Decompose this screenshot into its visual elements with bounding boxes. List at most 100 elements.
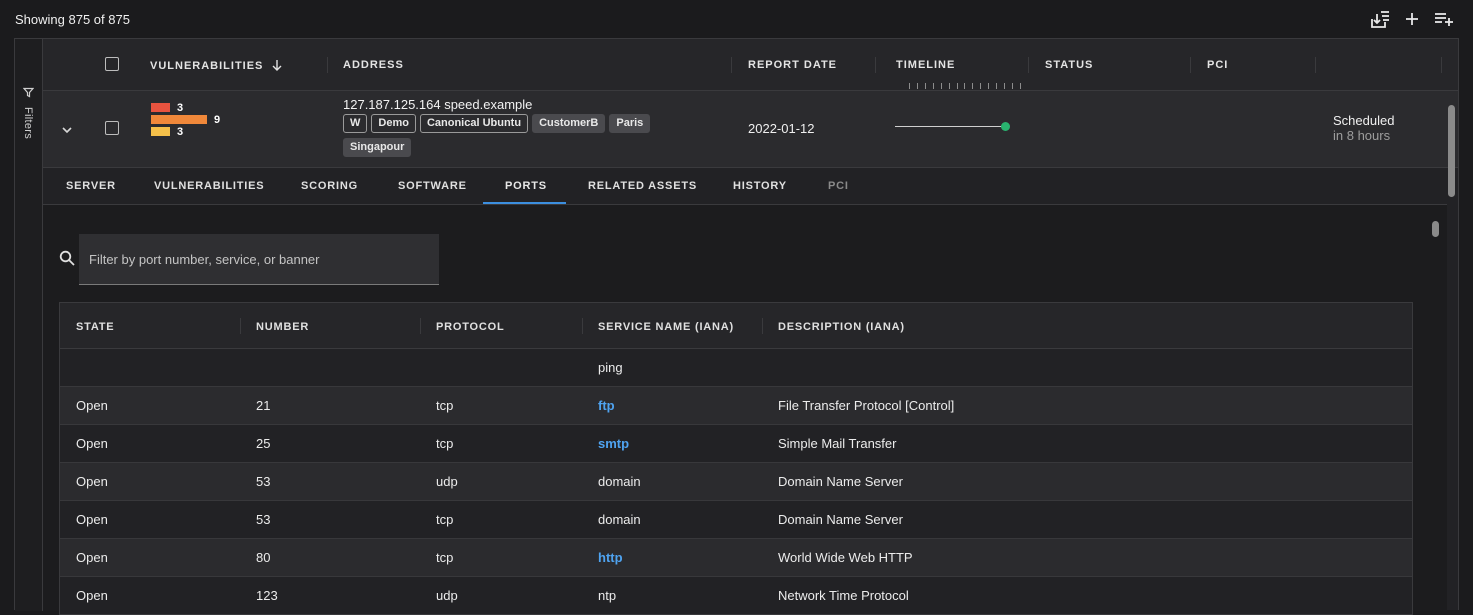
tab-scoring[interactable]: Scoring — [301, 180, 358, 192]
asset-detail-tabs: Server Vulnerabilities Scoring Software Port… — [43, 168, 1447, 205]
asset-tag[interactable]: Demo — [371, 114, 416, 133]
ports-search-input[interactable] — [79, 234, 439, 284]
ports-col-service[interactable]: Service Name (IANA) — [598, 321, 734, 333]
tab-ports[interactable]: Ports — [505, 180, 547, 192]
column-divider[interactable] — [1028, 57, 1029, 73]
port-state-cell: Open — [76, 474, 108, 489]
port-number-cell: 21 — [256, 398, 271, 413]
tab-related-assets[interactable]: Related Assets — [588, 180, 697, 192]
port-description-cell: Simple Mail Transfer — [778, 436, 897, 451]
asset-tag[interactable]: W — [343, 114, 368, 133]
port-service-cell: ntp — [598, 588, 617, 603]
timeline-line — [895, 126, 1005, 127]
col-timeline[interactable]: Timeline — [896, 59, 955, 71]
table-row: ping — [60, 349, 1412, 387]
vuln-count-high: 9 — [214, 114, 221, 126]
tab-software[interactable]: Software — [398, 180, 467, 192]
port-service-cell[interactable]: smtp — [598, 436, 629, 451]
ports-table: State Number Protocol Service Name (IANA… — [59, 302, 1413, 615]
ports-col-protocol[interactable]: Protocol — [436, 321, 505, 333]
tab-vulnerabilities[interactable]: Vulnerabilities — [154, 180, 264, 192]
schedule-status: Scheduled — [1333, 113, 1395, 128]
chevron-down-icon[interactable] — [61, 123, 73, 141]
ports-col-number[interactable]: Number — [256, 321, 309, 333]
column-divider[interactable] — [762, 318, 763, 334]
port-protocol-cell: tcp — [436, 550, 454, 565]
port-service-cell: domain — [598, 512, 641, 527]
asset-address[interactable]: 127.187.125.164 speed.example — [343, 97, 532, 112]
col-pci[interactable]: PCI — [1207, 59, 1228, 71]
download-list-icon[interactable] — [1369, 8, 1391, 30]
column-divider[interactable] — [327, 57, 328, 73]
col-status[interactable]: Status — [1045, 59, 1093, 71]
port-state-cell: Open — [76, 398, 108, 413]
table-scrollbar[interactable] — [1447, 91, 1456, 611]
vuln-bar-critical — [151, 103, 170, 112]
timeline-dot[interactable] — [1001, 122, 1010, 131]
port-number-cell: 25 — [256, 436, 271, 451]
plus-icon[interactable] — [1403, 8, 1421, 30]
table-row: Open 123 udp ntp Network Time Protocol — [60, 577, 1412, 615]
port-number-cell: 123 — [256, 588, 278, 603]
ports-panel: State Number Protocol Service Name (IANA… — [43, 205, 1447, 615]
port-service-cell[interactable]: ftp — [598, 398, 615, 413]
ports-scrollbar-thumb[interactable] — [1432, 221, 1439, 237]
port-protocol-cell: udp — [436, 588, 458, 603]
column-divider[interactable] — [1315, 57, 1316, 73]
column-divider[interactable] — [1190, 57, 1191, 73]
tab-server[interactable]: Server — [66, 180, 116, 192]
asset-tag[interactable]: Paris — [609, 114, 651, 133]
tab-history[interactable]: History — [733, 180, 787, 192]
asset-tag[interactable]: Canonical Ubuntu — [419, 114, 529, 133]
filters-rail[interactable]: Filters — [15, 39, 43, 611]
ports-col-description[interactable]: Description (IANA) — [778, 321, 905, 333]
tab-pci[interactable]: PCI — [828, 180, 849, 192]
port-service-cell: ping — [598, 360, 623, 375]
top-actions — [1369, 8, 1455, 30]
report-date: 2022-01-12 — [748, 121, 815, 136]
column-divider[interactable] — [582, 318, 583, 334]
row-checkbox[interactable] — [105, 121, 119, 135]
column-divider[interactable] — [731, 57, 732, 73]
search-icon — [59, 250, 75, 271]
port-state-cell: Open — [76, 550, 108, 565]
port-description-cell: Network Time Protocol — [778, 588, 909, 603]
col-address[interactable]: Address — [343, 59, 404, 71]
port-description-cell: Domain Name Server — [778, 512, 903, 527]
port-description-cell: Domain Name Server — [778, 474, 903, 489]
active-tab-indicator — [483, 202, 566, 204]
column-divider[interactable] — [240, 318, 241, 334]
column-divider[interactable] — [1441, 57, 1442, 73]
table-row: Open 25 tcp smtp Simple Mail Transfer — [60, 425, 1412, 463]
port-service-cell[interactable]: http — [598, 550, 623, 565]
port-description-cell: File Transfer Protocol [Control] — [778, 398, 955, 413]
result-count: Showing 875 of 875 — [15, 12, 130, 27]
ports-scrollbar[interactable] — [1431, 219, 1440, 611]
ports-table-body: ping Open 21 tcp ftp File Transfer Protocol [… — [60, 349, 1412, 615]
col-vulnerabilities[interactable]: Vulnerabilities — [150, 59, 283, 72]
add-list-icon[interactable] — [1433, 8, 1455, 30]
table-row: Open 53 tcp domain Domain Name Server — [60, 501, 1412, 539]
ports-search-box — [79, 234, 439, 285]
table-scrollbar-thumb[interactable] — [1448, 105, 1455, 197]
asset-tag[interactable]: CustomerB — [532, 114, 606, 133]
column-divider[interactable] — [420, 318, 421, 334]
table-header: Vulnerabilities Address Report Date Time… — [43, 39, 1458, 91]
column-divider[interactable] — [875, 57, 876, 73]
select-all-checkbox[interactable] — [105, 57, 119, 71]
schedule-time: in 8 hours — [1333, 128, 1391, 143]
vuln-bar-medium — [151, 127, 170, 136]
assets-table-frame: Filters Vulnerabilities Address Report D… — [14, 38, 1459, 615]
arrow-down-icon — [272, 60, 282, 71]
ports-col-state[interactable]: State — [76, 321, 114, 333]
col-vulnerabilities-label: Vulnerabilities — [150, 60, 264, 72]
port-service-cell: domain — [598, 474, 641, 489]
col-report-date[interactable]: Report Date — [748, 59, 837, 71]
asset-row[interactable]: 393 127.187.125.164 speed.example W Demo C… — [43, 91, 1458, 168]
port-number-cell: 80 — [256, 550, 271, 565]
timeline-ticks — [909, 83, 1021, 89]
table-row: Open 80 tcp http World Wide Web HTTP — [60, 539, 1412, 577]
asset-tag[interactable]: Singapour — [343, 138, 412, 157]
asset-tags: W Demo Canonical Ubuntu CustomerB Paris Singa… — [343, 114, 683, 157]
filters-label: Filters — [22, 107, 34, 140]
